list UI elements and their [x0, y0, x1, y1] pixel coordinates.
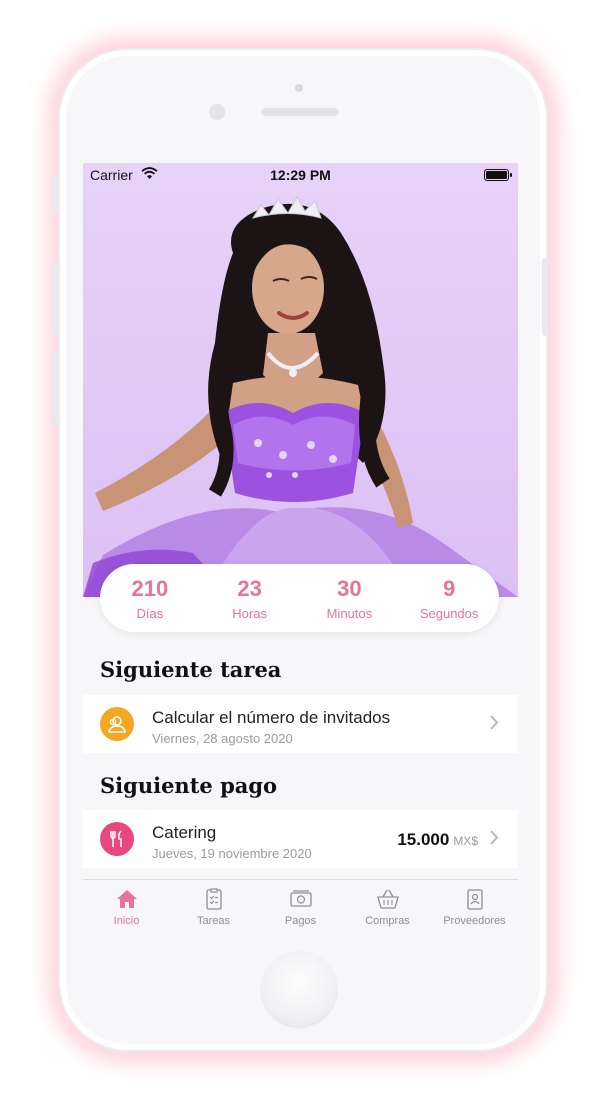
mute-switch	[52, 175, 58, 213]
volume-down-button	[52, 350, 58, 428]
checklist-icon	[170, 888, 257, 910]
countdown-value: 9	[443, 575, 456, 601]
money-icon	[257, 888, 344, 910]
task-title: Calcular el número de invitados	[152, 708, 391, 727]
tab-proveedores[interactable]: Proveedores	[431, 880, 518, 940]
home-icon	[83, 888, 170, 910]
payment-title: Catering	[152, 823, 217, 842]
countdown-label: Segundos	[419, 605, 479, 621]
quinceanera-illustration	[83, 195, 518, 597]
amount-value: 15.000	[397, 830, 450, 849]
next-task-heading: Siguiente tarea	[100, 657, 282, 682]
app-screen: Carrier 12:29 PM 210 Días 23 Horas 30 Mi…	[83, 163, 518, 940]
tab-label: Compras	[365, 915, 410, 927]
hero-photo	[83, 163, 518, 597]
countdown-panel: 210 Días 23 Horas 30 Minutos 9 Segundos	[100, 564, 499, 632]
countdown-value: 23	[237, 575, 262, 601]
countdown-value: 30	[337, 575, 362, 601]
tab-label: Proveedores	[443, 915, 506, 927]
countdown-value: 210	[131, 575, 169, 601]
tab-pagos[interactable]: Pagos	[257, 880, 344, 940]
countdown-label: Horas	[232, 605, 267, 621]
currency-label: MX$	[453, 834, 478, 848]
battery-icon	[484, 169, 512, 181]
tab-tareas[interactable]: Tareas	[170, 880, 257, 940]
countdown-seconds: 9 Segundos	[403, 576, 495, 621]
power-button	[542, 258, 548, 336]
cutlery-icon	[100, 822, 134, 856]
payment-amount: 15.000 MX$	[397, 830, 478, 850]
tab-bar: Inicio Tareas Pagos Compras Proveedores	[83, 879, 518, 940]
chevron-right-icon	[489, 714, 499, 736]
volume-up-button	[52, 258, 58, 336]
home-button[interactable]	[262, 952, 336, 1026]
payment-date: Jueves, 19 noviembre 2020	[152, 846, 312, 861]
chevron-right-icon	[489, 829, 499, 851]
guests-icon	[100, 707, 134, 741]
countdown-hours: 23 Horas	[204, 576, 296, 621]
next-payment-card[interactable]: Catering Jueves, 19 noviembre 2020 15.00…	[83, 810, 518, 868]
earpiece-speaker	[261, 108, 339, 116]
tab-label: Inicio	[113, 915, 140, 927]
countdown-label: Días	[136, 605, 164, 621]
countdown-days: 210 Días	[104, 576, 196, 621]
countdown-minutes: 30 Minutos	[303, 576, 395, 621]
task-date: Viernes, 28 agosto 2020	[152, 731, 293, 746]
next-payment-heading: Siguiente pago	[100, 773, 278, 798]
tab-compras[interactable]: Compras	[344, 880, 431, 940]
front-camera	[209, 104, 225, 120]
next-task-card[interactable]: Calcular el número de invitados Viernes,…	[83, 695, 518, 753]
tab-inicio[interactable]: Inicio	[83, 880, 170, 940]
status-time: 12:29 PM	[270, 167, 331, 183]
basket-icon	[344, 888, 431, 910]
proximity-sensor	[295, 84, 303, 92]
status-bar: Carrier 12:29 PM	[83, 163, 518, 187]
countdown-label: Minutos	[326, 605, 373, 621]
contacts-icon	[431, 888, 518, 910]
tab-label: Pagos	[284, 915, 317, 927]
tab-label: Tareas	[196, 915, 231, 927]
